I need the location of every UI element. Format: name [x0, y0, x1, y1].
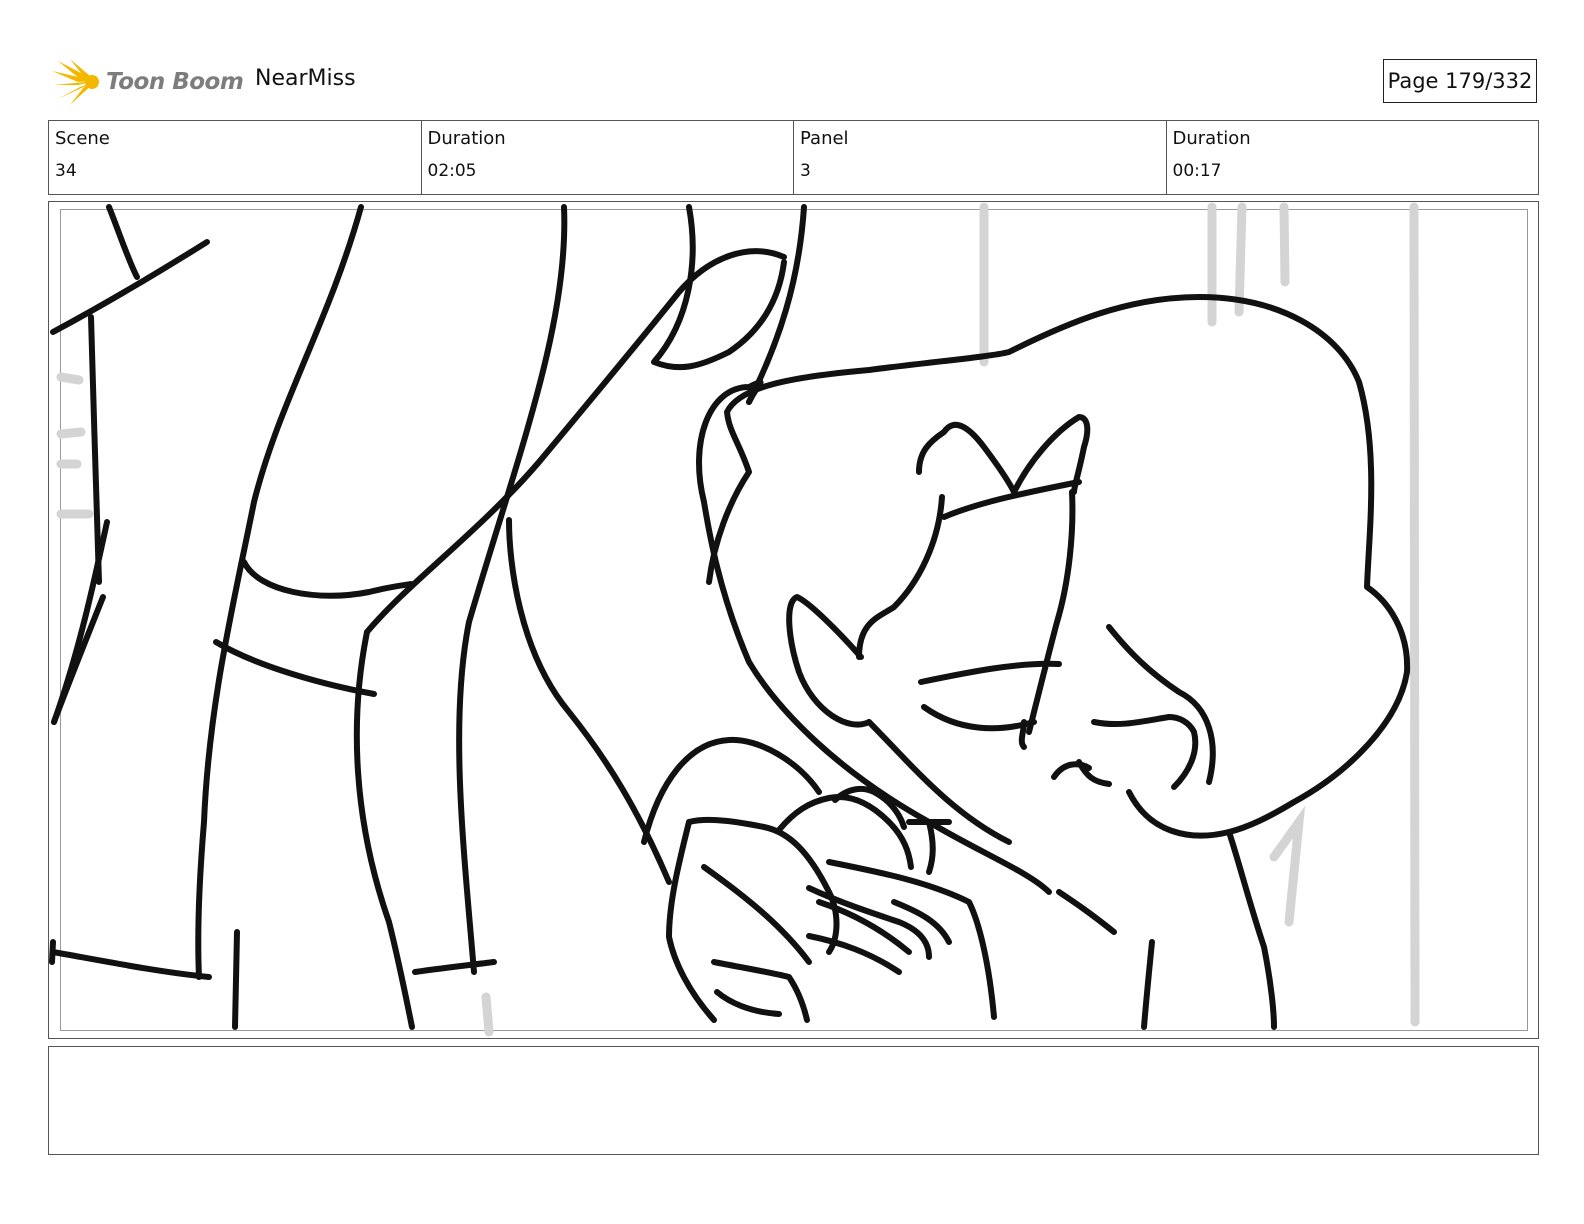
storyboard-panel: [48, 201, 1539, 1039]
panel-duration-cell: Duration 00:17: [1167, 121, 1539, 194]
toon-boom-logo: Toon Boom: [50, 54, 244, 110]
scene-duration-value: 02:05: [427, 161, 477, 181]
scene-duration-cell: Duration 02:05: [422, 121, 794, 194]
scene-value: 34: [55, 161, 77, 181]
panel-duration-value: 00:17: [1172, 161, 1222, 181]
panel-value: 3: [800, 161, 811, 181]
scene-cell: Scene 34: [49, 121, 422, 194]
scene-info-table: Scene 34 Duration 02:05 Panel 3 Duration…: [48, 120, 1539, 195]
project-name: NearMiss: [255, 66, 356, 91]
page-indicator: Page 179/332: [1383, 59, 1537, 103]
scene-label: Scene: [55, 128, 110, 149]
scene-duration-label: Duration: [427, 128, 506, 149]
logo-wordmark: Toon Boom: [106, 69, 244, 95]
panel-cell: Panel 3: [794, 121, 1167, 194]
panel-label: Panel: [800, 128, 849, 149]
panel-notes-box: [48, 1046, 1539, 1155]
sunburst-icon: [52, 59, 99, 105]
panel-sketch: [49, 202, 1420, 1037]
panel-duration-label: Duration: [1172, 128, 1251, 149]
